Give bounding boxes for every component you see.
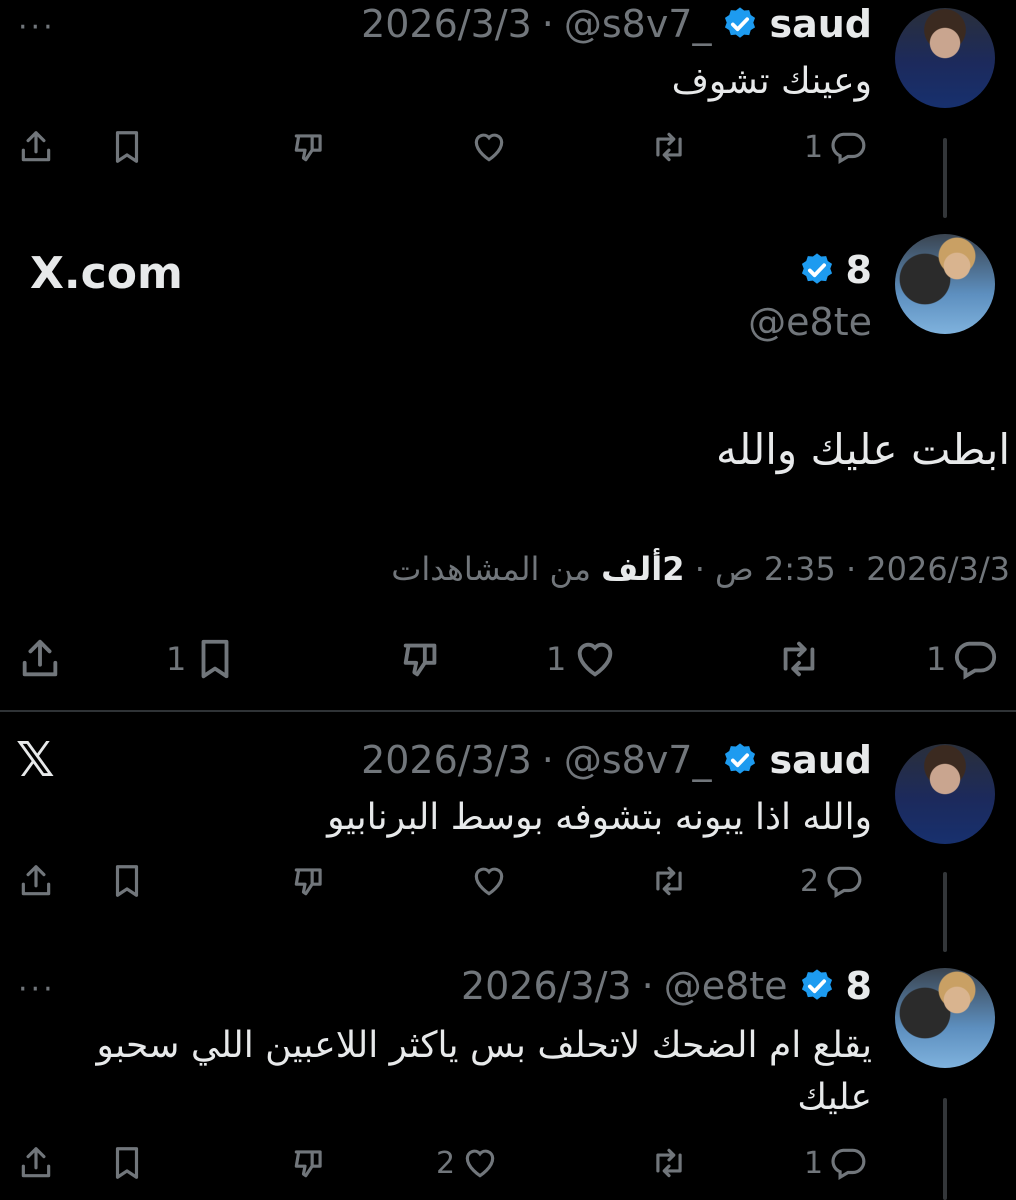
tweet-date[interactable]: 2026/3/3 [361,738,532,782]
tweet-date[interactable]: 2026/3/3 [461,964,632,1008]
bookmark-count: 1 [166,640,187,678]
avatar-saud[interactable] [895,8,995,108]
retweet-button[interactable] [776,636,822,682]
bookmark-button[interactable] [108,862,146,900]
bookmark-icon [108,862,146,900]
dislike-button[interactable] [290,862,328,900]
retweet-icon [650,1144,688,1182]
tweet-text: والله اذا يبونه بتشوفه بوسط البرنابيو [327,797,872,838]
more-icon[interactable]: ··· [18,972,56,1007]
tweet-header: 2026/3/3 · @e8te 8 [461,964,872,1008]
verified-icon [721,741,759,779]
like-icon [470,128,508,166]
dislike-icon [290,862,328,900]
bookmark-button[interactable] [108,1144,146,1182]
share-icon [17,128,55,166]
user-name[interactable]: 8 [846,964,872,1008]
x-logo-icon: 𝕏 [16,732,55,788]
reply-icon [952,636,998,682]
separator: · [541,738,554,782]
avatar-8[interactable] [895,968,995,1068]
user-handle[interactable]: @e8te [748,300,872,344]
reply-count: 1 [804,1145,824,1181]
like-button[interactable] [470,128,508,166]
bookmark-button[interactable] [108,128,146,166]
dislike-icon [290,1144,328,1182]
bookmark-icon [192,636,238,682]
like-button[interactable] [470,862,508,900]
like-count: 1 [546,640,567,678]
tweet-timestamp[interactable]: 2026/3/3 · 2:35 ص · [685,550,1010,588]
retweet-icon [650,862,688,900]
share-button[interactable] [17,862,55,900]
tweet-header: 2026/3/3 · @s8v7_ saud [361,738,872,782]
retweet-icon [650,128,688,166]
user-name[interactable]: saud [769,2,872,46]
share-icon [17,1144,55,1182]
like-button[interactable]: 2 [436,1144,499,1182]
tweet-date[interactable]: 2026/3/3 [361,2,532,46]
reply-count: 2 [800,863,820,899]
reply-count: 1 [804,129,824,165]
bookmark-icon [108,128,146,166]
verified-icon [721,5,759,43]
like-count: 2 [436,1145,456,1181]
verified-icon [798,967,836,1005]
reply-count: 1 [926,640,947,678]
avatar-saud[interactable] [895,744,995,844]
thread-line [943,138,947,218]
reply-button[interactable]: 1 [804,128,867,166]
like-icon [461,1144,499,1182]
reply-icon [825,862,863,900]
user-name[interactable]: 8 [846,248,872,292]
tweet-text: وعينك تشوف [671,61,872,102]
x-com-watermark: X.com [30,248,183,299]
thread-line [943,872,947,952]
main-tweet-header: 8 [798,248,872,292]
separator: · [541,2,554,46]
retweet-button[interactable] [650,862,688,900]
verified-icon [798,251,836,289]
thread-line [943,1098,947,1200]
like-button[interactable]: 1 [546,636,618,682]
share-button[interactable] [17,128,55,166]
reply-button[interactable]: 2 [800,862,863,900]
share-button[interactable] [17,636,63,682]
avatar-8[interactable] [895,234,995,334]
retweet-button[interactable] [650,1144,688,1182]
reply-icon [829,1144,867,1182]
user-handle[interactable]: @s8v7_ [564,738,712,782]
reply-button[interactable]: 1 [804,1144,867,1182]
views-label: من المشاهدات [391,550,602,588]
dislike-icon [398,636,444,682]
like-icon [470,862,508,900]
tweet-header: 2026/3/3 · @s8v7_ saud [361,2,872,46]
retweet-icon [776,636,822,682]
bookmark-button[interactable]: 1 [166,636,238,682]
separator: · [641,964,654,1008]
dislike-icon [290,128,328,166]
like-icon [572,636,618,682]
share-icon [17,636,63,682]
tweet-text: يقلع ام الضحك لاتحلف بس ياكثر اللاعبين ا… [96,1025,872,1118]
tweet-timestamp-row: 2026/3/3 · 2:35 ص · 2ألف من المشاهدات [391,550,1010,588]
user-handle[interactable]: @s8v7_ [564,2,712,46]
main-tweet-text: ابطت عليك والله [716,425,1010,474]
user-handle[interactable]: @e8te [664,964,788,1008]
dislike-button[interactable] [290,1144,328,1182]
reply-button[interactable]: 1 [926,636,998,682]
views-count: 2ألف [601,550,685,588]
dislike-button[interactable] [398,636,444,682]
divider [0,710,1016,712]
share-button[interactable] [17,1144,55,1182]
more-icon[interactable]: ··· [18,10,56,45]
dislike-button[interactable] [290,128,328,166]
bookmark-icon [108,1144,146,1182]
share-icon [17,862,55,900]
user-name[interactable]: saud [769,738,872,782]
reply-icon [829,128,867,166]
retweet-button[interactable] [650,128,688,166]
